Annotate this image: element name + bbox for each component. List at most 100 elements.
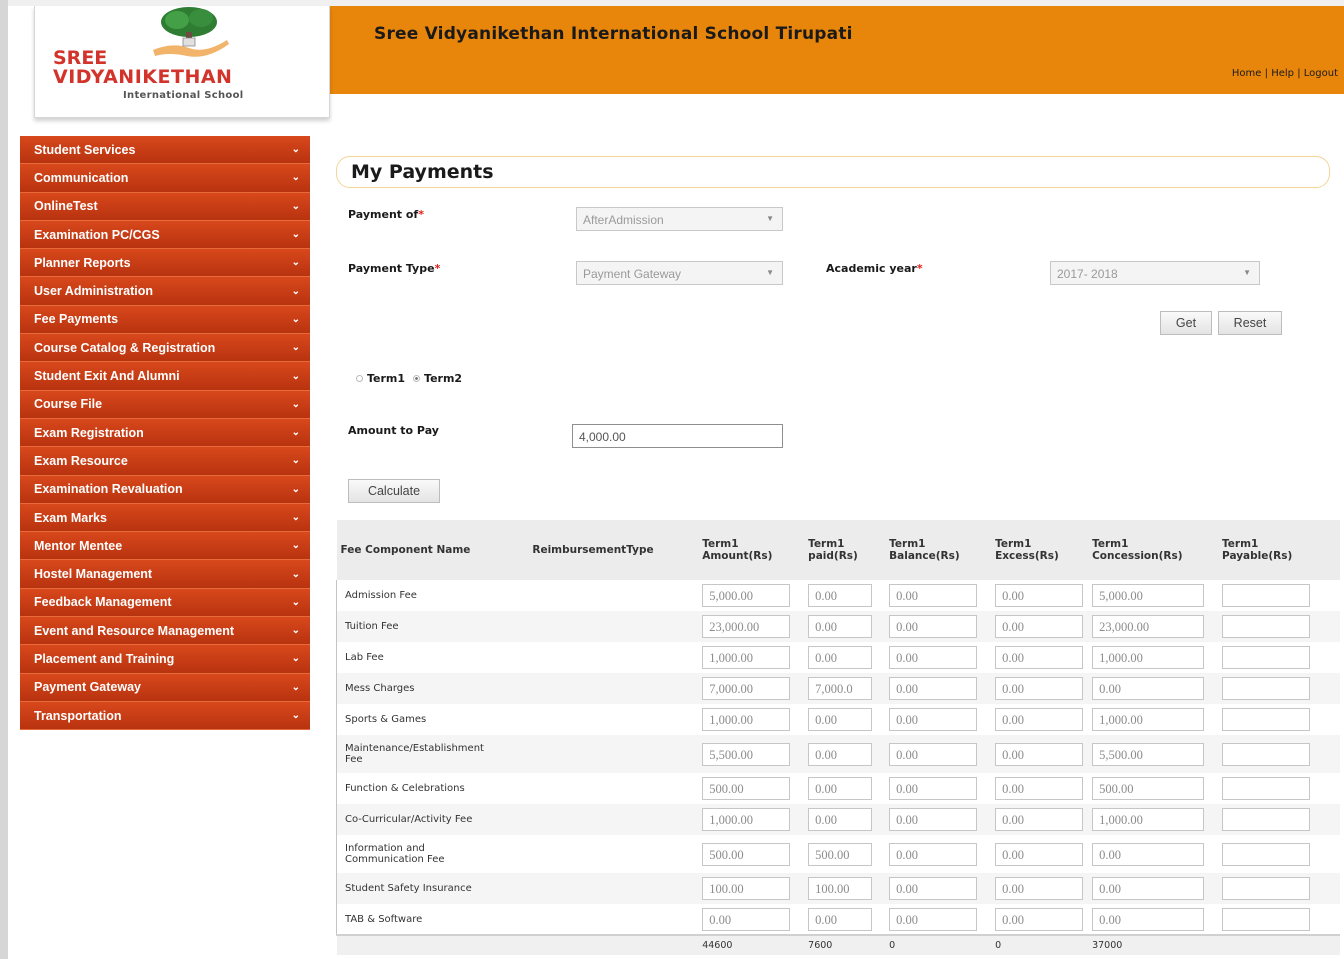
concession-input[interactable]: 5,500.00 — [1092, 742, 1205, 766]
sidebar-item-course-catalog-registration[interactable]: Course Catalog & Registration ⌄ — [20, 334, 310, 363]
sidebar-item-exam-registration[interactable]: Exam Registration ⌄ — [20, 418, 310, 448]
home-link[interactable]: Home — [1232, 68, 1262, 79]
excess-input[interactable]: 0.00 — [995, 646, 1084, 669]
excess-input[interactable]: 0.00 — [995, 907, 1084, 931]
balance-input[interactable]: 0.00 — [889, 877, 978, 900]
amount-input[interactable]: 500.00 — [702, 777, 791, 800]
payment-of-select[interactable]: AfterAdmission ▼ — [576, 207, 783, 231]
paid-input[interactable]: 7,000.0 — [808, 677, 873, 700]
payable-input[interactable] — [1222, 677, 1311, 700]
excess-input[interactable]: 0.00 — [995, 708, 1084, 731]
sidebar-item-fee-payments[interactable]: Fee Payments ⌄ — [20, 305, 310, 335]
balance-input[interactable]: 0.00 — [889, 584, 978, 607]
balance-input[interactable]: 0.00 — [889, 808, 978, 831]
balance-input[interactable]: 0.00 — [889, 615, 978, 638]
excess-input[interactable]: 0.00 — [995, 677, 1084, 700]
help-link[interactable]: Help — [1271, 68, 1294, 79]
paid-input[interactable]: 0.00 — [808, 646, 873, 669]
balance-input[interactable]: 0.00 — [889, 708, 978, 731]
excess-input[interactable]: 0.00 — [995, 877, 1084, 900]
amount-input[interactable]: 5,000.00 — [702, 584, 791, 607]
sidebar-item-mentor-mentee[interactable]: Mentor Mentee ⌄ — [20, 532, 310, 561]
balance-input[interactable]: 0.00 — [889, 742, 978, 766]
concession-input[interactable]: 23,000.00 — [1092, 615, 1205, 638]
concession-input[interactable]: 0.00 — [1092, 842, 1205, 866]
sidebar-item-hostel-management[interactable]: Hostel Management ⌄ — [20, 560, 310, 589]
sidebar-item-examination-pc-cgs[interactable]: Examination PC/CGS ⌄ — [20, 220, 310, 250]
sidebar-item-payment-gateway[interactable]: Payment Gateway ⌄ — [20, 673, 310, 702]
get-button[interactable]: Get — [1160, 311, 1212, 335]
amount-input[interactable]: 1,000.00 — [702, 646, 791, 669]
amount-input[interactable]: 1,000.00 — [702, 708, 791, 731]
reset-button[interactable]: Reset — [1218, 311, 1282, 335]
payable-input[interactable] — [1222, 615, 1311, 638]
concession-input[interactable]: 1,000.00 — [1092, 646, 1205, 669]
paid-input[interactable]: 0.00 — [808, 615, 873, 638]
logout-link[interactable]: Logout — [1304, 68, 1338, 79]
calculate-button[interactable]: Calculate — [348, 479, 440, 503]
paid-input[interactable]: 100.00 — [808, 877, 873, 900]
sidebar-item-student-services[interactable]: Student Services ⌄ — [20, 136, 310, 165]
concession-input[interactable]: 5,000.00 — [1092, 584, 1205, 607]
paid-input[interactable]: 0.00 — [808, 708, 873, 731]
sidebar-item-transportation[interactable]: Transportation ⌄ — [20, 701, 310, 731]
payable-input[interactable] — [1222, 584, 1311, 607]
balance-input[interactable]: 0.00 — [889, 677, 978, 700]
amount-to-pay-input[interactable]: 4,000.00 — [572, 424, 783, 448]
sidebar-item-event-and-resource-management[interactable]: Event and Resource Management ⌄ — [20, 617, 310, 646]
payable-input[interactable] — [1222, 907, 1311, 931]
excess-input[interactable]: 0.00 — [995, 777, 1084, 800]
amount-input[interactable]: 7,000.00 — [702, 677, 791, 700]
term1-radio[interactable] — [356, 375, 363, 382]
sidebar-item-exam-resource[interactable]: Exam Resource ⌄ — [20, 447, 310, 476]
amount-input[interactable]: 100.00 — [702, 877, 791, 900]
balance-input[interactable]: 0.00 — [889, 646, 978, 669]
balance-input[interactable]: 0.00 — [889, 777, 978, 800]
amount-input[interactable]: 5,500.00 — [702, 742, 791, 766]
sidebar-item-feedback-management[interactable]: Feedback Management ⌄ — [20, 588, 310, 618]
concession-input[interactable]: 1,000.00 — [1092, 708, 1205, 731]
sidebar-item-student-exit-and-alumni[interactable]: Student Exit And Alumni ⌄ — [20, 362, 310, 391]
payment-type-select[interactable]: Payment Gateway ▼ — [576, 261, 783, 285]
sidebar-item-placement-and-training[interactable]: Placement and Training ⌄ — [20, 645, 310, 674]
amount-input[interactable]: 23,000.00 — [702, 615, 791, 638]
sidebar-item-examination-revaluation[interactable]: Examination Revaluation ⌄ — [20, 475, 310, 504]
term2-radio[interactable] — [413, 375, 421, 382]
payable-input[interactable] — [1222, 708, 1311, 731]
sidebar-item-communication[interactable]: Communication ⌄ — [20, 164, 310, 193]
concession-input[interactable]: 0.00 — [1092, 877, 1205, 900]
concession-input[interactable]: 500.00 — [1092, 777, 1205, 800]
payable-input[interactable] — [1222, 808, 1311, 831]
excess-input[interactable]: 0.00 — [995, 842, 1084, 866]
concession-input[interactable]: 0.00 — [1092, 677, 1205, 700]
excess-input[interactable]: 0.00 — [995, 742, 1084, 766]
paid-input[interactable]: 500.00 — [808, 842, 873, 866]
paid-input[interactable]: 0.00 — [808, 808, 873, 831]
paid-input[interactable]: 0.00 — [808, 584, 873, 607]
paid-input[interactable]: 0.00 — [808, 742, 873, 766]
paid-input[interactable]: 0.00 — [808, 907, 873, 931]
concession-input[interactable]: 1,000.00 — [1092, 808, 1205, 831]
sidebar-item-user-administration[interactable]: User Administration ⌄ — [20, 277, 310, 306]
payable-input[interactable] — [1222, 742, 1311, 766]
sidebar-item-exam-marks[interactable]: Exam Marks ⌄ — [20, 503, 310, 533]
paid-input[interactable]: 0.00 — [808, 777, 873, 800]
balance-input[interactable]: 0.00 — [889, 907, 978, 931]
payable-input[interactable] — [1222, 842, 1311, 866]
payable-input[interactable] — [1222, 777, 1311, 800]
payable-input[interactable] — [1222, 646, 1311, 669]
payable-input[interactable] — [1222, 877, 1311, 900]
balance-input[interactable]: 0.00 — [889, 842, 978, 866]
excess-input[interactable]: 0.00 — [995, 808, 1084, 831]
sidebar-item-onlinetest[interactable]: OnlineTest ⌄ — [20, 192, 310, 221]
amount-input[interactable]: 500.00 — [702, 842, 791, 866]
concession-input[interactable]: 0.00 — [1092, 907, 1205, 931]
excess-input[interactable]: 0.00 — [995, 584, 1084, 607]
academic-year-select[interactable]: 2017- 2018 ▼ — [1050, 261, 1260, 285]
amount-input[interactable]: 0.00 — [702, 907, 791, 931]
sidebar-item-course-file[interactable]: Course File ⌄ — [20, 390, 310, 419]
sidebar-item-planner-reports[interactable]: Planner Reports ⌄ — [20, 249, 310, 278]
excess-input[interactable]: 0.00 — [995, 615, 1084, 638]
amount-input[interactable]: 1,000.00 — [702, 808, 791, 831]
school-logo[interactable]: SREE VIDYANIKETHAN International School — [34, 6, 330, 118]
